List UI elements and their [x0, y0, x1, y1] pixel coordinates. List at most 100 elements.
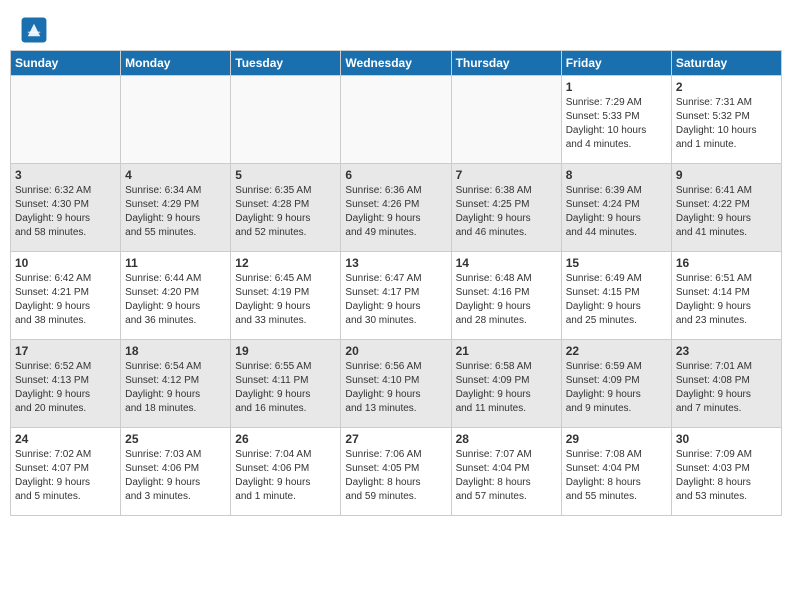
day-detail: Sunrise: 7:09 AM Sunset: 4:03 PM Dayligh…: [676, 448, 777, 504]
day-detail: Sunrise: 7:01 AM Sunset: 4:08 PM Dayligh…: [676, 360, 777, 416]
calendar-cell: [121, 76, 231, 164]
day-number: 15: [566, 256, 667, 270]
day-detail: Sunrise: 7:08 AM Sunset: 4:04 PM Dayligh…: [566, 448, 667, 504]
day-detail: Sunrise: 7:03 AM Sunset: 4:06 PM Dayligh…: [125, 448, 226, 504]
day-number: 26: [235, 432, 336, 446]
day-detail: Sunrise: 6:48 AM Sunset: 4:16 PM Dayligh…: [456, 272, 557, 328]
calendar-cell: 23 Sunrise: 7:01 AM Sunset: 4:08 PM Dayli…: [671, 340, 781, 428]
day-number: 16: [676, 256, 777, 270]
day-number: 10: [15, 256, 116, 270]
day-number: 27: [345, 432, 446, 446]
day-number: 29: [566, 432, 667, 446]
calendar-cell: 27 Sunrise: 7:06 AM Sunset: 4:05 PM Dayli…: [341, 428, 451, 516]
day-detail: Sunrise: 6:55 AM Sunset: 4:11 PM Dayligh…: [235, 360, 336, 416]
day-detail: Sunrise: 6:54 AM Sunset: 4:12 PM Dayligh…: [125, 360, 226, 416]
calendar-cell: 22 Sunrise: 6:59 AM Sunset: 4:09 PM Dayli…: [561, 340, 671, 428]
calendar-cell: 11Sunrise: 6:44 AM Sunset: 4:20 PM Dayli…: [121, 252, 231, 340]
day-detail: Sunrise: 6:58 AM Sunset: 4:09 PM Dayligh…: [456, 360, 557, 416]
weekday-header: Wednesday: [341, 51, 451, 76]
calendar-cell: 19 Sunrise: 6:55 AM Sunset: 4:11 PM Dayli…: [231, 340, 341, 428]
calendar-header: SundayMondayTuesdayWednesdayThursdayFrid…: [11, 51, 782, 76]
weekday-header: Tuesday: [231, 51, 341, 76]
calendar-week: 24 Sunrise: 7:02 AM Sunset: 4:07 PM Dayli…: [11, 428, 782, 516]
day-detail: Sunrise: 7:07 AM Sunset: 4:04 PM Dayligh…: [456, 448, 557, 504]
weekday-header: Monday: [121, 51, 231, 76]
day-number: 7: [456, 168, 557, 182]
weekday-header: Sunday: [11, 51, 121, 76]
day-number: 17: [15, 344, 116, 358]
calendar-cell: [231, 76, 341, 164]
day-number: 4: [125, 168, 226, 182]
day-number: 24: [15, 432, 116, 446]
calendar-week: 10 Sunrise: 6:42 AM Sunset: 4:21 PM Dayli…: [11, 252, 782, 340]
day-detail: Sunrise: 6:49 AM Sunset: 4:15 PM Dayligh…: [566, 272, 667, 328]
calendar-cell: 9Sunrise: 6:41 AM Sunset: 4:22 PM Daylig…: [671, 164, 781, 252]
day-number: 9: [676, 168, 777, 182]
calendar-cell: 16 Sunrise: 6:51 AM Sunset: 4:14 PM Dayli…: [671, 252, 781, 340]
day-detail: Sunrise: 6:44 AM Sunset: 4:20 PM Dayligh…: [125, 272, 226, 328]
day-number: 8: [566, 168, 667, 182]
calendar-week: 3 Sunrise: 6:32 AM Sunset: 4:30 PM Daylig…: [11, 164, 782, 252]
calendar-cell: [11, 76, 121, 164]
day-number: 20: [345, 344, 446, 358]
calendar-table: SundayMondayTuesdayWednesdayThursdayFrid…: [10, 50, 782, 516]
day-detail: Sunrise: 7:06 AM Sunset: 4:05 PM Dayligh…: [345, 448, 446, 504]
day-number: 25: [125, 432, 226, 446]
day-detail: Sunrise: 6:42 AM Sunset: 4:21 PM Dayligh…: [15, 272, 116, 328]
day-number: 1: [566, 80, 667, 94]
weekday-header: Friday: [561, 51, 671, 76]
day-detail: Sunrise: 6:32 AM Sunset: 4:30 PM Dayligh…: [15, 184, 116, 240]
calendar-cell: [341, 76, 451, 164]
day-number: 18: [125, 344, 226, 358]
day-number: 12: [235, 256, 336, 270]
calendar-cell: 18 Sunrise: 6:54 AM Sunset: 4:12 PM Dayli…: [121, 340, 231, 428]
day-detail: Sunrise: 6:51 AM Sunset: 4:14 PM Dayligh…: [676, 272, 777, 328]
day-number: 6: [345, 168, 446, 182]
day-number: 22: [566, 344, 667, 358]
day-number: 2: [676, 80, 777, 94]
calendar-cell: 28Sunrise: 7:07 AM Sunset: 4:04 PM Dayli…: [451, 428, 561, 516]
day-detail: Sunrise: 6:59 AM Sunset: 4:09 PM Dayligh…: [566, 360, 667, 416]
weekday-header: Saturday: [671, 51, 781, 76]
calendar-cell: 15 Sunrise: 6:49 AM Sunset: 4:15 PM Dayli…: [561, 252, 671, 340]
page-header: [0, 0, 792, 50]
day-detail: Sunrise: 7:29 AM Sunset: 5:33 PM Dayligh…: [566, 96, 667, 152]
day-number: 5: [235, 168, 336, 182]
day-number: 3: [15, 168, 116, 182]
calendar-cell: 21 Sunrise: 6:58 AM Sunset: 4:09 PM Dayli…: [451, 340, 561, 428]
day-detail: Sunrise: 6:39 AM Sunset: 4:24 PM Dayligh…: [566, 184, 667, 240]
weekday-header: Thursday: [451, 51, 561, 76]
day-detail: Sunrise: 6:45 AM Sunset: 4:19 PM Dayligh…: [235, 272, 336, 328]
day-detail: Sunrise: 7:02 AM Sunset: 4:07 PM Dayligh…: [15, 448, 116, 504]
day-number: 14: [456, 256, 557, 270]
day-number: 21: [456, 344, 557, 358]
calendar-cell: [451, 76, 561, 164]
day-number: 23: [676, 344, 777, 358]
calendar-cell: 26Sunrise: 7:04 AM Sunset: 4:06 PM Dayli…: [231, 428, 341, 516]
calendar-cell: 14 Sunrise: 6:48 AM Sunset: 4:16 PM Dayli…: [451, 252, 561, 340]
calendar: SundayMondayTuesdayWednesdayThursdayFrid…: [0, 50, 792, 526]
day-detail: Sunrise: 6:47 AM Sunset: 4:17 PM Dayligh…: [345, 272, 446, 328]
calendar-cell: 1 Sunrise: 7:29 AM Sunset: 5:33 PM Daylig…: [561, 76, 671, 164]
day-detail: Sunrise: 7:31 AM Sunset: 5:32 PM Dayligh…: [676, 96, 777, 152]
calendar-cell: 25 Sunrise: 7:03 AM Sunset: 4:06 PM Dayli…: [121, 428, 231, 516]
day-detail: Sunrise: 6:35 AM Sunset: 4:28 PM Dayligh…: [235, 184, 336, 240]
weekday-row: SundayMondayTuesdayWednesdayThursdayFrid…: [11, 51, 782, 76]
day-detail: Sunrise: 6:36 AM Sunset: 4:26 PM Dayligh…: [345, 184, 446, 240]
calendar-week: 17Sunrise: 6:52 AM Sunset: 4:13 PM Dayli…: [11, 340, 782, 428]
calendar-cell: 4Sunrise: 6:34 AM Sunset: 4:29 PM Daylig…: [121, 164, 231, 252]
calendar-cell: 5 Sunrise: 6:35 AM Sunset: 4:28 PM Daylig…: [231, 164, 341, 252]
logo: [20, 16, 52, 44]
day-number: 19: [235, 344, 336, 358]
day-number: 13: [345, 256, 446, 270]
calendar-cell: 12 Sunrise: 6:45 AM Sunset: 4:19 PM Dayli…: [231, 252, 341, 340]
calendar-cell: 7Sunrise: 6:38 AM Sunset: 4:25 PM Daylig…: [451, 164, 561, 252]
calendar-cell: 2 Sunrise: 7:31 AM Sunset: 5:32 PM Daylig…: [671, 76, 781, 164]
calendar-cell: 24 Sunrise: 7:02 AM Sunset: 4:07 PM Dayli…: [11, 428, 121, 516]
calendar-cell: 8 Sunrise: 6:39 AM Sunset: 4:24 PM Daylig…: [561, 164, 671, 252]
calendar-cell: 17Sunrise: 6:52 AM Sunset: 4:13 PM Dayli…: [11, 340, 121, 428]
calendar-cell: 3 Sunrise: 6:32 AM Sunset: 4:30 PM Daylig…: [11, 164, 121, 252]
day-number: 30: [676, 432, 777, 446]
calendar-cell: 30 Sunrise: 7:09 AM Sunset: 4:03 PM Dayli…: [671, 428, 781, 516]
calendar-cell: 13 Sunrise: 6:47 AM Sunset: 4:17 PM Dayli…: [341, 252, 451, 340]
